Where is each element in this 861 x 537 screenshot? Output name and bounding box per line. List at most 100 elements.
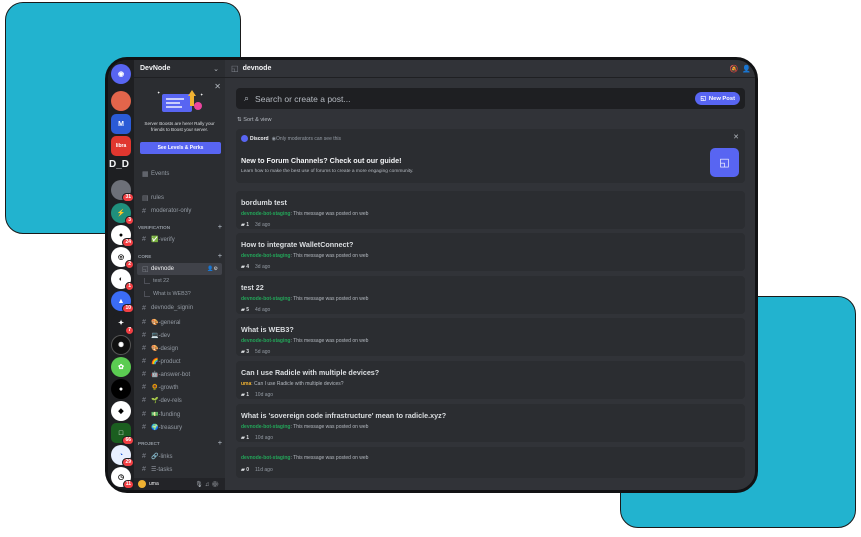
channel-treasury[interactable]: # 🌍-treasury (137, 421, 222, 433)
channel-title: devnode (242, 65, 272, 72)
message-count: ▰ 0 (241, 467, 250, 473)
guide-subtitle: Learn how to make the best use of forums… (241, 169, 414, 174)
thread-item[interactable]: test 22 (144, 278, 169, 284)
forum-post[interactable]: Can I use Radicle with multiple devices?… (236, 361, 745, 399)
server-icon[interactable]: □ 66 (111, 423, 134, 445)
discord-window: ◉ M libra D_D 31 ⚡ 3 ● 24 ◎ 2 ◐ 1 ▲ 10 ✦ 7 ✺ ✿… (105, 57, 758, 493)
header-actions-icon[interactable]: 🔕👤 (730, 65, 755, 73)
hash-icon: # (142, 452, 146, 460)
hash-icon: # (142, 344, 146, 352)
category-project[interactable]: PROJECT + (138, 440, 222, 447)
post-title: What is WEB3? (241, 325, 294, 334)
server-icon[interactable]: ◷ 11 (111, 467, 134, 489)
post-preview: This message was posted on web (291, 211, 369, 217)
server-icon[interactable]: ◔ 29 (111, 445, 134, 467)
server-icon[interactable]: ● 24 (111, 225, 134, 247)
server-icon[interactable]: ◐ 1 (111, 269, 134, 291)
add-channel-icon[interactable]: + (218, 253, 222, 260)
post-author: devnode-bot-staging (241, 253, 291, 259)
hash-icon: # (142, 410, 146, 418)
chevron-down-icon: ⌄ (213, 65, 219, 73)
discord-logo-icon (241, 135, 248, 142)
channel-dev-rels[interactable]: # 🌱-dev-rels (137, 394, 222, 406)
post-author: uma (241, 381, 252, 387)
channel-answer-bot[interactable]: # 🤖-answer-bot (137, 368, 222, 380)
hash-icon: # (142, 357, 146, 365)
server-icon[interactable]: ✿ (111, 357, 131, 377)
settings-icon[interactable]: 👤⚙ (207, 266, 218, 272)
search-input[interactable]: ⌕ Search or create a post... ◱ New Post (236, 88, 745, 109)
svg-text:✦: ✦ (200, 92, 204, 97)
post-age: 10d ago (255, 392, 274, 398)
add-channel-icon[interactable]: + (218, 440, 222, 447)
post-title: Can I use Radicle with multiple devices? (241, 368, 380, 377)
hash-icon: # (142, 207, 146, 215)
hash-icon: # (142, 423, 146, 431)
post-preview: This message was posted on web (291, 338, 369, 344)
forum-guide-card[interactable]: Discord ◉ Only moderators can see this ✕… (236, 129, 745, 183)
post-title: How to integrate WalletConnect? (241, 240, 354, 249)
user-controls-icon[interactable]: 🎙♫⚙ (195, 481, 221, 488)
forum-post[interactable]: What is WEB3? devnode-bot-staging: This … (236, 318, 745, 356)
new-post-button[interactable]: ◱ New Post (695, 92, 740, 105)
username: uma (149, 481, 159, 487)
server-icon[interactable] (111, 91, 131, 111)
channel-growth[interactable]: # 🌻-growth (137, 381, 222, 393)
server-icon[interactable]: ⚡ 3 (111, 203, 134, 225)
message-count: ▰ 5 (241, 307, 250, 313)
post-age: 5d ago (255, 349, 271, 355)
hash-icon: # (142, 331, 146, 339)
server-icon[interactable]: ◎ 2 (111, 247, 134, 269)
server-header[interactable]: DevNode ⌄ (134, 60, 225, 78)
sort-view-button[interactable]: ⇅ Sort & view (237, 117, 272, 123)
forum-post[interactable]: What is 'sovereign code infrastructure' … (236, 404, 745, 442)
forum-post[interactable]: How to integrate WalletConnect? devnode-… (236, 233, 745, 271)
channel-product[interactable]: # 🌈-product (137, 355, 222, 367)
hash-icon: # (142, 318, 146, 326)
forum-post[interactable]: test 22 devnode-bot-staging: This messag… (236, 276, 745, 314)
add-channel-icon[interactable]: + (218, 224, 222, 231)
see-levels-perks-button[interactable]: See Levels & Perks (140, 142, 221, 154)
server-icon[interactable]: ✦ 7 (111, 313, 134, 335)
close-icon[interactable]: ✕ (214, 82, 221, 91)
server-icon[interactable]: 31 (111, 180, 134, 202)
channel-tasks[interactable]: # ☰-tasks (137, 463, 222, 475)
post-preview: This message was posted on web (291, 455, 369, 461)
server-icon[interactable]: M (111, 114, 131, 134)
events-item[interactable]: ▦ Events (137, 168, 222, 180)
category-verification[interactable]: VERIFICATION + (138, 224, 222, 231)
post-age: 3d ago (255, 264, 271, 270)
channel-funding[interactable]: # 💵-funding (137, 408, 222, 420)
server-icon[interactable]: libra (111, 136, 131, 156)
thread-item[interactable]: What is WEB3? (144, 291, 191, 297)
hash-icon: # (142, 465, 146, 473)
hash-icon: # (142, 396, 146, 404)
channel-links[interactable]: # 🔗-links (137, 450, 222, 462)
channel-verify[interactable]: # ✅-verify (137, 233, 222, 245)
channel-general[interactable]: # 🎨-general (137, 316, 222, 328)
hash-icon: # (142, 383, 146, 391)
channel-header: ◱ devnode 🔕👤 (225, 60, 755, 78)
channel-design[interactable]: # 🎨-design (137, 342, 222, 354)
server-icon[interactable]: ▲ 10 (111, 291, 134, 313)
close-icon[interactable]: ✕ (733, 133, 739, 141)
avatar[interactable] (138, 480, 146, 488)
discord-home-icon[interactable]: ◉ (111, 64, 131, 84)
channel-devnode-signin[interactable]: # devnode_signin (137, 302, 222, 314)
forum-post[interactable]: bordumb test devnode-bot-staging: This m… (236, 191, 745, 229)
server-icon[interactable]: ● (111, 379, 131, 399)
channel-dev[interactable]: # 💻-dev (137, 329, 222, 341)
post-author: devnode-bot-staging (241, 296, 291, 302)
category-core[interactable]: CORE + (138, 253, 222, 260)
channel-moderator-only[interactable]: # moderator-only (137, 205, 222, 217)
forum-icon: ◱ (142, 266, 149, 273)
post-age: 10d ago (255, 435, 274, 441)
channel-rules[interactable]: ▤ rules (137, 192, 222, 204)
server-icon[interactable]: ✺ (111, 335, 131, 355)
forum-post[interactable]: devnode-bot-staging: This message was po… (236, 447, 745, 478)
post-author: devnode-bot-staging (241, 455, 291, 461)
dnd-label[interactable]: D_D (109, 159, 129, 170)
guide-source: Discord (250, 135, 269, 142)
channel-devnode[interactable]: ◱ devnode 👤⚙ (137, 263, 222, 275)
server-icon[interactable]: ◆ (111, 401, 131, 421)
